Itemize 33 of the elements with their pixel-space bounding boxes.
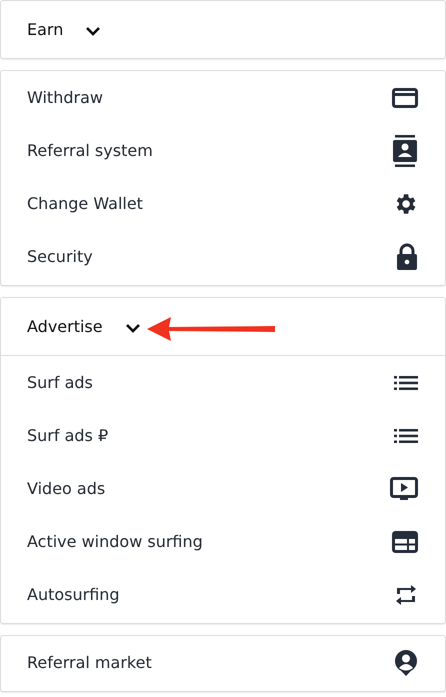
section-toggle[interactable]: Advertise [27, 317, 103, 336]
section-toggle[interactable]: Earn [27, 20, 64, 39]
menu-item[interactable]: Active window surfing [1, 515, 445, 568]
menu-item-label: Change Wallet [27, 194, 143, 213]
menu-item[interactable]: Referral market [1, 636, 445, 689]
menu-item-label: Surf ads [27, 373, 93, 392]
menu-item[interactable]: Referral system [1, 124, 445, 177]
menu-item[interactable]: Surf ads ₽ [1, 409, 445, 462]
chevron-down-icon [124, 322, 141, 332]
list-icon [394, 428, 418, 442]
lock-icon [396, 242, 418, 270]
credit-card-icon [392, 86, 418, 108]
menu-item-label: Withdraw [27, 88, 103, 107]
menu-item[interactable]: Surf ads [1, 356, 445, 409]
list-icon [394, 376, 418, 390]
menu-item-label: Referral system [27, 141, 153, 160]
video-play-icon [390, 476, 418, 500]
menu-item-label: Security [27, 247, 93, 266]
menu-item-label: Video ads [27, 479, 106, 498]
menu-item-label: Active window surfing [27, 532, 203, 551]
window-layout-icon [392, 530, 418, 552]
chevron-down-icon [85, 26, 102, 36]
menu-item-label: Referral market [27, 653, 152, 672]
contact-card-icon [392, 134, 418, 166]
menu-item[interactable]: Change Wallet [1, 177, 445, 230]
repeat-icon [394, 582, 418, 606]
menu-item[interactable]: Withdraw [1, 71, 445, 124]
menu-item[interactable]: Autosurfing [1, 568, 445, 621]
menu-item-label: Surf ads ₽ [27, 426, 108, 445]
menu-item[interactable]: Security [1, 230, 445, 283]
menu-item[interactable]: Video ads [1, 462, 445, 515]
user-icon [394, 650, 418, 676]
menu-item-label: Autosurfing [27, 585, 120, 604]
